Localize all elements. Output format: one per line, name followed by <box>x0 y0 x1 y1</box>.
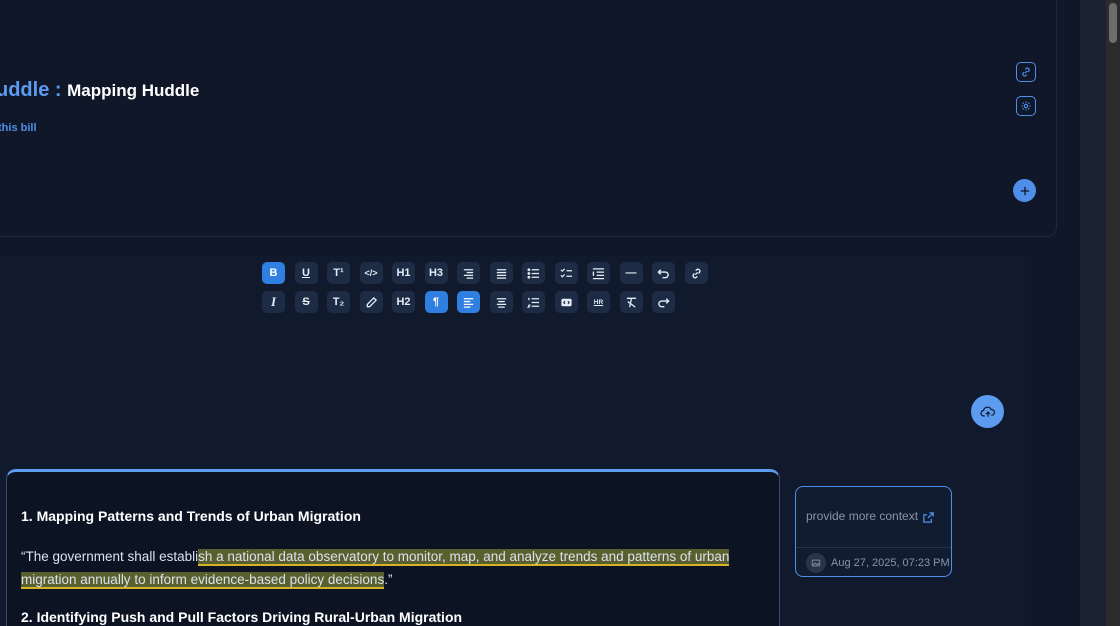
link-icon <box>1022 67 1030 77</box>
scrollbar-thumb[interactable] <box>1109 3 1117 43</box>
add-button[interactable] <box>1013 179 1036 202</box>
paragraph-button[interactable]: ¶ <box>424 291 448 313</box>
clear-format-icon <box>626 297 636 308</box>
comment-timestamp: Aug 27, 2025, 07:23 PM <box>831 557 950 569</box>
gear-icon <box>1021 101 1031 111</box>
comment-card[interactable]: provide more context Aug 27, 2025, 07:23… <box>795 486 952 577</box>
indent-icon <box>592 267 605 279</box>
vertical-scrollbar[interactable] <box>1106 0 1120 626</box>
italic-button[interactable]: I <box>262 291 285 313</box>
open-comment-button[interactable] <box>922 511 935 529</box>
code-block-button[interactable] <box>554 291 578 313</box>
plus-icon <box>1020 186 1029 195</box>
indent-button[interactable] <box>587 262 610 284</box>
paragraph-icon: ¶ <box>432 296 440 308</box>
redo-button[interactable] <box>652 291 675 313</box>
title-main: Mapping Huddle <box>67 81 200 100</box>
bullet-list-button[interactable] <box>522 262 545 284</box>
bold-icon: B <box>269 267 278 279</box>
link-icon <box>691 268 701 278</box>
bullet-list-icon <box>527 267 540 279</box>
numbered-list-icon <box>527 297 540 308</box>
heading1-icon: H1 <box>396 267 411 279</box>
heading2-icon: H2 <box>396 296 411 308</box>
page-subtitle: this bill <box>0 122 37 134</box>
toolbar-row-1: B U T¹ </> H1 H3 — <box>262 262 708 284</box>
section-paragraph: “The government shall establish a nation… <box>21 545 761 591</box>
numbered-list-button[interactable] <box>522 291 545 313</box>
align-left-button[interactable] <box>457 291 480 313</box>
align-left-icon <box>463 297 474 308</box>
align-center-button[interactable] <box>489 291 513 313</box>
underline-icon: U <box>302 267 310 279</box>
horizontal-rule-icon: — <box>625 267 637 279</box>
settings-button[interactable] <box>1016 96 1036 116</box>
code-icon: </> <box>364 268 378 278</box>
document-content[interactable]: 1. Mapping Patterns and Trends of Urban … <box>6 469 780 626</box>
checklist-icon <box>560 267 572 278</box>
heading3-icon: H3 <box>428 267 444 279</box>
heading3-button[interactable]: H3 <box>424 262 448 284</box>
code-block-icon <box>560 298 572 306</box>
hr-button[interactable]: HR <box>587 291 610 313</box>
align-right-icon <box>463 268 474 279</box>
strikethrough-icon: S <box>302 296 310 308</box>
save-to-cloud-button[interactable] <box>971 395 1004 428</box>
page-title: uddle : Mapping Huddle <box>0 79 199 102</box>
hr-icon: HR <box>593 298 604 306</box>
section-heading-1: 1. Mapping Patterns and Trends of Urban … <box>21 508 361 524</box>
avatar <box>806 553 826 573</box>
clear-format-button[interactable] <box>619 291 643 313</box>
redo-icon <box>658 297 670 307</box>
cloud-upload-icon <box>979 406 995 417</box>
undo-button[interactable] <box>652 262 675 284</box>
comment-divider <box>796 547 951 548</box>
undo-icon <box>657 268 669 278</box>
subscript-icon: T₂ <box>332 296 345 308</box>
bold-button[interactable]: B <box>262 262 285 284</box>
strikethrough-button[interactable]: S <box>294 291 318 313</box>
heading2-button[interactable]: H2 <box>392 291 415 313</box>
align-justify-button[interactable] <box>489 262 513 284</box>
subscript-button[interactable]: T₂ <box>327 291 350 313</box>
superscript-icon: T¹ <box>333 267 344 279</box>
section-heading-2: 2. Identifying Push and Pull Factors Dri… <box>21 609 463 625</box>
horizontal-rule-button[interactable]: — <box>619 262 643 284</box>
comment-text: provide more context <box>806 509 919 523</box>
external-link-icon <box>923 512 934 523</box>
insert-link-button[interactable] <box>684 262 708 284</box>
align-justify-icon <box>496 268 506 279</box>
toolbar-row-2: I S T₂ H2 ¶ HR <box>262 291 708 313</box>
highlight-button[interactable] <box>359 291 383 313</box>
image-icon <box>811 559 821 567</box>
para-before: “The government shall establi <box>21 549 199 564</box>
huddle-header-card <box>0 0 1057 237</box>
italic-icon: I <box>270 294 277 309</box>
title-prefix: uddle : <box>0 79 68 101</box>
para-after: .” <box>384 572 393 587</box>
heading1-button[interactable]: H1 <box>392 262 415 284</box>
right-panel-edge <box>1080 0 1106 626</box>
align-right-button[interactable] <box>457 262 480 284</box>
copy-link-button[interactable] <box>1016 62 1036 82</box>
superscript-button[interactable]: T¹ <box>327 262 350 284</box>
code-button[interactable]: </> <box>359 262 383 284</box>
highlight-pen-icon <box>366 296 377 307</box>
underline-button[interactable]: U <box>294 262 318 284</box>
align-center-icon <box>496 297 506 308</box>
formatting-toolbar: B U T¹ </> H1 H3 — I S T₂ H2 ¶ HR <box>262 262 708 320</box>
checklist-button[interactable] <box>554 262 578 284</box>
